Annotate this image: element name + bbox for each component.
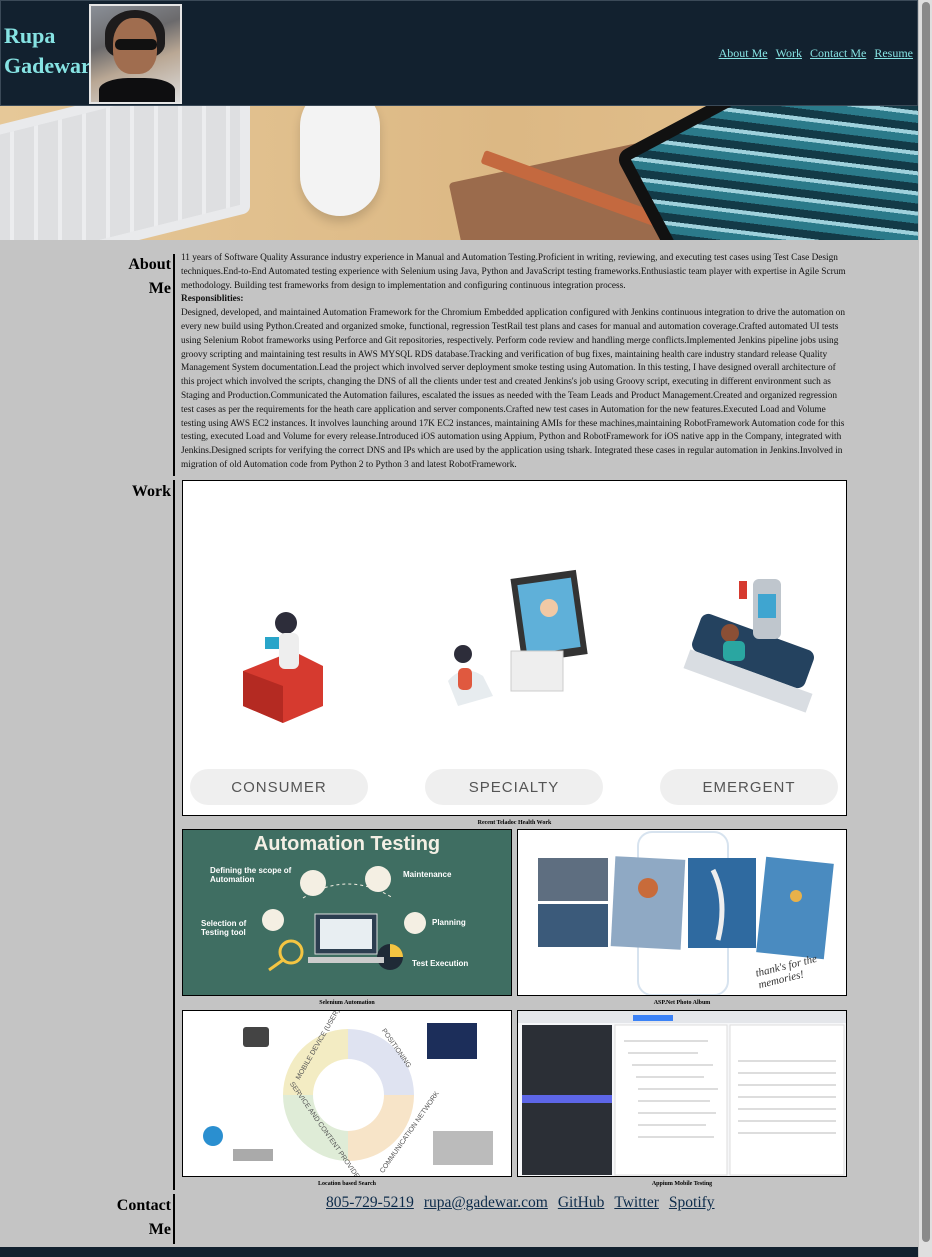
appium-inspector-screenshot <box>518 1011 846 1176</box>
vertical-scrollbar[interactable] <box>919 0 932 1257</box>
automation-diagram <box>262 866 426 972</box>
phone-link[interactable]: 805-729-5219 <box>326 1194 414 1212</box>
pill-specialty: SPECIALTY <box>425 769 603 805</box>
spotify-link[interactable]: Spotify <box>669 1194 715 1212</box>
contact-divider <box>173 1194 175 1244</box>
brand-last-name: Gadewar <box>4 53 91 78</box>
main-nav: About Me Work Contact Me Resume <box>719 46 913 61</box>
nav-resume[interactable]: Resume <box>874 46 913 61</box>
selenium-caption: Selenium Automation <box>319 1000 375 1006</box>
contact-heading: Contact Me <box>116 1197 171 1238</box>
work-divider <box>173 480 175 1190</box>
pill-emergent: EMERGENT <box>660 769 838 805</box>
nav-work[interactable]: Work <box>776 46 802 61</box>
selenium-automation-image[interactable]: Automation Testing Defining the scope of… <box>182 829 512 996</box>
email-link[interactable]: rupa@gadewar.com <box>424 1194 548 1212</box>
contact-links: 805-729-5219 rupa@gadewar.com GitHub Twi… <box>326 1194 715 1212</box>
work-heading: Work <box>131 483 171 500</box>
nav-about-me[interactable]: About Me <box>719 46 768 61</box>
teladoc-illustration <box>243 569 814 723</box>
location-ring-diagram <box>203 1023 493 1165</box>
github-link[interactable]: GitHub <box>558 1194 605 1212</box>
brand-first-name: Rupa <box>4 23 56 48</box>
teladoc-caption: Recent Teladoc Health Work <box>477 820 552 826</box>
appium-testing-image[interactable] <box>517 1010 847 1177</box>
nav-contact-me[interactable]: Contact Me <box>810 46 866 61</box>
responsibilities-heading: Responsiblities: <box>181 294 244 305</box>
pill-consumer: CONSUMER <box>190 769 368 805</box>
location-caption: Location based Search <box>318 1181 376 1187</box>
site-header: Rupa Gadewar About Me Work Contact Me Re… <box>0 0 918 106</box>
scrollbar-thumb[interactable] <box>922 2 930 1242</box>
responsibilities-text: Designed, developed, and maintained Auto… <box>181 308 846 470</box>
footer-strip <box>0 1247 918 1257</box>
appium-caption: Appium Mobile Testing <box>651 1181 713 1187</box>
teladoc-project-image[interactable]: CONSUMER SPECIALTY EMERGENT <box>182 480 847 816</box>
profile-photo <box>89 4 182 104</box>
about-divider <box>173 254 175 476</box>
photo-album-image[interactable]: thank's for the memories! <box>517 829 847 996</box>
about-text: 11 years of Software Quality Assurance i… <box>181 252 851 473</box>
location-search-image[interactable]: MOBILE DEVICE (USER) POSITIONING COMMUNI… <box>182 1010 512 1177</box>
site-brand: Rupa Gadewar <box>4 21 91 81</box>
hero-banner-image <box>0 106 918 240</box>
about-intro: 11 years of Software Quality Assurance i… <box>181 253 846 291</box>
about-heading: About Me <box>128 256 171 297</box>
album-caption: ASP.Net Photo Album <box>653 1000 711 1006</box>
twitter-link[interactable]: Twitter <box>614 1194 659 1212</box>
